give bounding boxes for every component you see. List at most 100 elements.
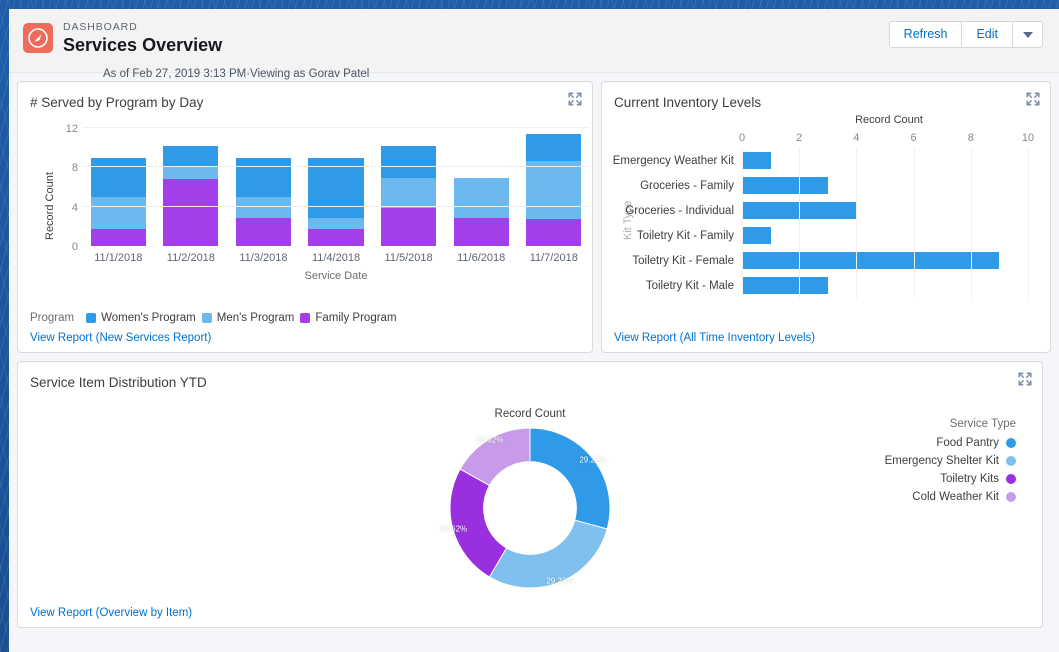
donut-chart: Record Count 29.23%29.23%24.62%16.92% Se… [30, 392, 1030, 600]
bar-segment[interactable] [236, 158, 291, 197]
bar-row: Toiletry Kit - Family [742, 223, 1028, 248]
dashboard-page: DASHBOARD Services Overview As of Feb 27… [9, 9, 1059, 652]
legend-item-label: Toiletry Kits [940, 473, 999, 485]
bar[interactable] [742, 152, 771, 169]
gridline [914, 148, 915, 298]
more-actions-button[interactable] [1013, 21, 1043, 48]
bar-segment[interactable] [454, 218, 509, 246]
expand-icon[interactable] [1016, 370, 1034, 388]
stacked-bar[interactable] [91, 158, 146, 246]
category-label: Toiletry Kit - Female [632, 255, 734, 267]
bar[interactable] [742, 252, 999, 269]
gridline [82, 127, 590, 128]
x-axis-title: Service Date [82, 270, 590, 282]
bar-segment[interactable] [308, 229, 363, 246]
served-legend: Program Women's Program Men's Program Fa… [30, 312, 397, 324]
dashboard-icon [23, 23, 53, 53]
x-axis-ticks: 11/1/201811/2/201811/3/201811/4/201811/5… [82, 252, 590, 264]
bar-segment[interactable] [526, 134, 581, 162]
expand-icon[interactable] [566, 90, 584, 108]
bar-segment[interactable] [236, 197, 291, 219]
bar-segment[interactable] [163, 167, 218, 179]
legend-item-food-pantry[interactable]: Food Pantry [885, 437, 1016, 449]
panel-current-inventory: Current Inventory Levels Record Count 02… [601, 81, 1051, 353]
category-label: Toiletry Kit - Male [646, 280, 734, 292]
expand-icon[interactable] [1024, 90, 1042, 108]
panel-served-by-program: # Served by Program by Day Record Count … [17, 81, 593, 353]
stacked-bar[interactable] [236, 158, 291, 246]
bar-slot [82, 128, 155, 246]
slice-percent-label: 24.62% [440, 524, 467, 533]
gridline [82, 206, 590, 207]
bar-segment[interactable] [526, 161, 581, 219]
panel-title: # Served by Program by Day [30, 94, 580, 112]
bar-segment[interactable] [91, 158, 146, 197]
y-tick-label: 0 [56, 241, 78, 253]
dashboard-row-1: # Served by Program by Day Record Count … [17, 81, 1051, 353]
bar-segment[interactable] [526, 219, 581, 246]
legend-dot [1006, 456, 1016, 466]
view-report-link[interactable]: View Report (New Services Report) [30, 332, 211, 344]
view-report-link[interactable]: View Report (All Time Inventory Levels) [614, 332, 815, 344]
served-plot-area [82, 128, 590, 246]
x-tick-label: 0 [739, 132, 745, 144]
page-title: Services Overview [63, 34, 222, 56]
stacked-bar[interactable] [381, 146, 436, 246]
category-label: Emergency Weather Kit [613, 155, 734, 167]
legend-item-cold-weather-kit[interactable]: Cold Weather Kit [885, 491, 1016, 503]
legend-item-label: Men's Program [217, 312, 295, 324]
bar-slot [227, 128, 300, 246]
gridline [82, 166, 590, 167]
bar-segment[interactable] [454, 178, 509, 218]
bar-segment[interactable] [163, 146, 218, 168]
bar-row: Groceries - Family [742, 173, 1028, 198]
x-tick-label: 11/4/2018 [300, 252, 373, 264]
legend-item-womens-program[interactable]: Women's Program [86, 312, 196, 324]
dashboard-header: DASHBOARD Services Overview As of Feb 27… [9, 9, 1059, 73]
stacked-bar[interactable] [163, 146, 218, 246]
y-axis-ticks: 04812 [54, 122, 78, 252]
bar-row: Toiletry Kit - Female [742, 248, 1028, 273]
legend-dot [1006, 438, 1016, 448]
donut-slice[interactable] [450, 469, 506, 577]
legend-item-family-program[interactable]: Family Program [300, 312, 396, 324]
bar-segment[interactable] [163, 179, 218, 246]
bar-segment[interactable] [91, 197, 146, 229]
legend-title: Program [30, 312, 74, 324]
bars-group: Emergency Weather KitGroceries - FamilyG… [742, 148, 1028, 298]
stacked-bar[interactable] [526, 134, 581, 246]
bar[interactable] [742, 227, 771, 244]
stacked-bar[interactable] [308, 158, 363, 246]
refresh-button[interactable]: Refresh [889, 21, 963, 48]
y-tick-label: 4 [56, 202, 78, 214]
x-tick-label: 4 [853, 132, 859, 144]
breadcrumb: DASHBOARD [63, 20, 222, 34]
slice-percent-label: 16.92% [476, 435, 503, 444]
bar-segment[interactable] [308, 218, 363, 230]
legend-item-toiletry-kits[interactable]: Toiletry Kits [885, 473, 1016, 485]
bar[interactable] [742, 277, 828, 294]
served-chart: Record Count 04812 11/1/201811/2/201811/… [30, 122, 580, 292]
x-tick-label: 11/5/2018 [372, 252, 445, 264]
bar-slot [300, 128, 373, 246]
x-axis-title: Record Count [744, 114, 1034, 126]
bar-segment[interactable] [381, 146, 436, 178]
bar-slot [517, 128, 590, 246]
category-label: Toiletry Kit - Family [637, 230, 734, 242]
legend-item-label: Family Program [315, 312, 396, 324]
category-label: Groceries - Individual [625, 205, 734, 217]
edit-button[interactable]: Edit [962, 21, 1013, 48]
view-report-link[interactable]: View Report (Overview by Item) [30, 607, 192, 619]
bar-segment[interactable] [381, 208, 436, 246]
bar-slot [445, 128, 518, 246]
bar-segment[interactable] [236, 218, 291, 246]
bar-segment[interactable] [381, 178, 436, 208]
dashboard-grid: # Served by Program by Day Record Count … [9, 73, 1059, 636]
bar[interactable] [742, 177, 828, 194]
legend-item-emergency-shelter-kit[interactable]: Emergency Shelter Kit [885, 455, 1016, 467]
donut-slice[interactable] [530, 428, 610, 529]
stacked-bar[interactable] [454, 178, 509, 246]
bar-segment[interactable] [91, 229, 146, 246]
legend-item-mens-program[interactable]: Men's Program [202, 312, 295, 324]
header-actions: Refresh Edit [889, 21, 1043, 48]
